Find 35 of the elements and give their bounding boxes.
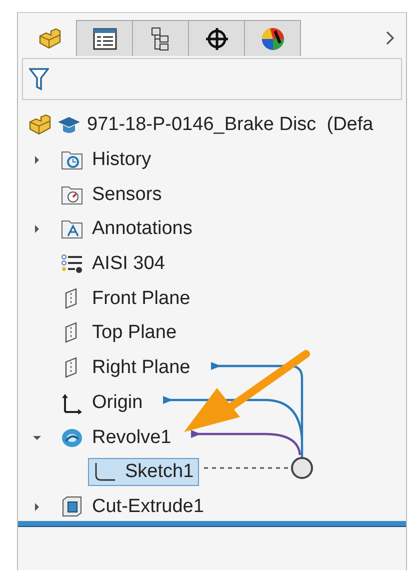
tree-item[interactable]: Front Plane [55,284,196,313]
tree-item[interactable]: Annotations [55,215,198,244]
expand-arrow-icon[interactable] [32,502,42,512]
folder-icon [60,149,84,172]
revolve-icon [60,426,84,449]
sketch-icon [93,461,117,484]
part-icon [27,114,51,136]
tree-item[interactable]: Cut-Extrude1 [55,492,209,521]
tree-item[interactable]: AISI 304 [55,250,170,278]
cut-extrude-icon [60,496,84,518]
property-list-icon [92,26,118,50]
tree-item[interactable]: 971-18-P-0146_Brake Disc (Defa [22,111,378,140]
tree-item[interactable]: Top Plane [55,319,182,348]
tree-item[interactable]: Revolve1 [55,424,176,452]
expand-arrow-icon[interactable] [32,224,42,234]
color-ball-icon [260,26,286,50]
folder-icon [60,184,84,206]
tab[interactable] [76,20,133,56]
part-icon [36,28,60,50]
tree-item[interactable]: Sketch1 [88,458,199,486]
chevron-right-icon[interactable] [386,31,394,45]
tab[interactable] [188,20,245,56]
filter-icon [29,67,49,91]
filter-field[interactable] [22,58,402,100]
tree-item[interactable]: Right Plane [55,354,196,382]
tab[interactable] [244,20,301,56]
expand-arrow-icon[interactable] [32,155,42,166]
folder-icon [60,218,84,240]
tree-item[interactable]: Sensors [55,180,167,209]
tree-item[interactable]: History [55,146,156,174]
tree-item[interactable]: Origin [55,388,148,417]
crosshair-icon [204,26,230,50]
material-icon [60,253,84,276]
axes-icon [60,392,84,414]
tab[interactable] [132,20,189,56]
